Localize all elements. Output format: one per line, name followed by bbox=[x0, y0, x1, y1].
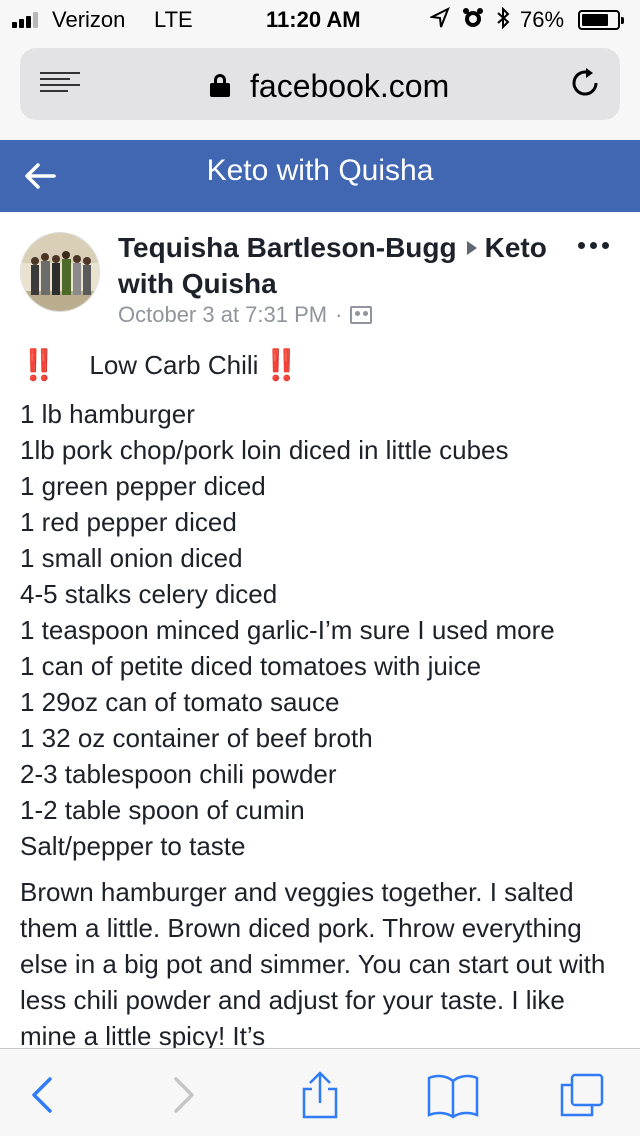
more-options-icon[interactable] bbox=[578, 242, 609, 249]
recipe-instructions: Brown hamburger and veggies together. I … bbox=[20, 877, 606, 1048]
ingredient-item: 1 lb hamburger bbox=[20, 399, 195, 429]
group-icon bbox=[350, 306, 373, 324]
ingredient-item: 1-2 table spoon of cumin bbox=[20, 795, 305, 825]
meta-separator: · bbox=[335, 302, 343, 327]
post-title: ‼️ Low Carb Chili ‼️ bbox=[20, 348, 300, 383]
battery-percent: 76% bbox=[520, 7, 565, 32]
ingredient-item: 1 teaspoon minced garlic-I’m sure I used… bbox=[20, 615, 555, 645]
forward-icon bbox=[174, 1077, 194, 1113]
url-text[interactable]: facebook.com bbox=[250, 68, 449, 105]
carrier-name: Verizon bbox=[52, 7, 126, 32]
author-name[interactable]: Tequisha Bartleson-Bugg bbox=[118, 232, 457, 263]
status-icons bbox=[430, 7, 510, 29]
reload-icon[interactable] bbox=[568, 66, 602, 100]
ingredient-item: 1 can of petite diced tomatoes with juic… bbox=[20, 651, 482, 681]
recipe-title: Low Carb Chili bbox=[89, 350, 259, 380]
alarm-icon bbox=[463, 8, 483, 27]
ingredient-item: 1 small onion diced bbox=[20, 543, 243, 573]
address-bar[interactable]: facebook.com bbox=[20, 48, 620, 120]
status-bar: Verizon LTE 11:20 AM 76% bbox=[0, 0, 640, 40]
to-arrow-icon bbox=[466, 241, 477, 255]
network-type: LTE bbox=[154, 7, 193, 32]
ingredient-item: Salt/pepper to taste bbox=[20, 831, 246, 861]
double-exclamation-icon: ‼️ bbox=[262, 349, 299, 382]
double-exclamation-icon: ‼️ bbox=[20, 349, 57, 382]
ingredient-item: 1 green pepper diced bbox=[20, 471, 266, 501]
tabs-icon[interactable] bbox=[558, 1071, 606, 1119]
ingredient-item: 1lb pork chop/pork loin diced in little … bbox=[20, 435, 509, 465]
ingredient-item: 1 32 oz container of beef broth bbox=[20, 723, 373, 753]
browser-address-area: facebook.com bbox=[0, 40, 640, 140]
signal-strength-icon bbox=[12, 12, 38, 28]
location-arrow-icon bbox=[430, 7, 450, 28]
bluetooth-icon bbox=[497, 7, 510, 29]
post: Tequisha Bartleson-Bugg Keto with Quisha … bbox=[0, 212, 640, 1048]
browser-toolbar bbox=[0, 1048, 640, 1136]
ingredient-item: 2-3 tablespoon chili powder bbox=[20, 759, 337, 789]
share-icon[interactable] bbox=[296, 1071, 344, 1119]
battery-level bbox=[582, 14, 608, 26]
post-meta: October 3 at 7:31 PM · bbox=[118, 302, 373, 328]
ingredient-item: 1 red pepper diced bbox=[20, 507, 237, 537]
bookmarks-icon[interactable] bbox=[426, 1071, 480, 1119]
lock-icon bbox=[210, 74, 230, 97]
ingredient-item: 4-5 stalks celery diced bbox=[20, 579, 278, 609]
ingredient-list: 1 lb hamburger 1lb pork chop/pork loin d… bbox=[20, 396, 630, 864]
battery-icon bbox=[578, 10, 624, 30]
page-header: Keto with Quisha bbox=[0, 140, 640, 212]
post-header: Tequisha Bartleson-Bugg Keto with Quisha bbox=[118, 230, 568, 302]
post-timestamp[interactable]: October 3 at 7:31 PM bbox=[118, 302, 327, 328]
ingredient-item: 1 29oz can of tomato sauce bbox=[20, 687, 340, 717]
menu-icon[interactable] bbox=[40, 72, 80, 96]
avatar[interactable] bbox=[20, 232, 100, 312]
back-icon[interactable] bbox=[20, 1071, 68, 1119]
page-title: Keto with Quisha bbox=[206, 154, 434, 187]
status-time: 11:20 AM bbox=[266, 7, 361, 32]
